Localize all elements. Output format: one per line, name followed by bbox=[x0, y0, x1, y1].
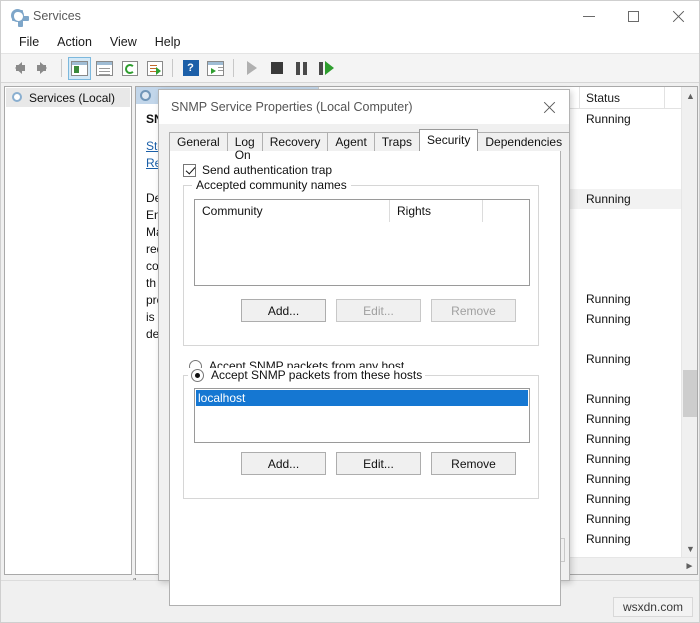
menubar: File Action View Help bbox=[1, 31, 699, 54]
host-add-button[interactable]: Add... bbox=[241, 452, 326, 475]
chevron-up-icon[interactable]: ▲ bbox=[682, 87, 697, 104]
toolbar-separator-2 bbox=[172, 59, 173, 77]
tab-agent[interactable]: Agent bbox=[327, 132, 375, 151]
tab-recovery[interactable]: Recovery bbox=[261, 132, 329, 151]
security-tab-panel: Send authentication trap Accepted commun… bbox=[169, 150, 561, 606]
refresh-icon[interactable] bbox=[118, 57, 141, 80]
send-authentication-trap-checkbox[interactable] bbox=[183, 163, 196, 177]
column-header-rights[interactable]: Rights bbox=[390, 200, 483, 222]
toolbar-separator-1 bbox=[61, 59, 62, 77]
send-authentication-trap-label: Send authentication trap bbox=[202, 163, 333, 177]
cell-status: Running bbox=[586, 112, 631, 126]
console-tree-pane: Services (Local) bbox=[4, 86, 132, 575]
services-gear-icon bbox=[10, 8, 29, 27]
community-edit-button: Edit... bbox=[336, 299, 421, 322]
cell-status: Running bbox=[586, 412, 631, 426]
stop-service-icon[interactable] bbox=[265, 57, 288, 80]
properties-icon[interactable] bbox=[93, 57, 116, 80]
hosts-list[interactable]: localhost bbox=[194, 388, 530, 443]
watermark: wsxdn.com bbox=[612, 597, 693, 617]
cell-status: Running bbox=[586, 392, 631, 406]
vertical-scrollbar[interactable]: ▲ ▼ bbox=[681, 87, 697, 557]
tab-security[interactable]: Security bbox=[419, 129, 479, 151]
chevron-right-icon[interactable]: ► bbox=[681, 558, 697, 574]
window-title: Services bbox=[33, 8, 81, 23]
export-list-icon[interactable] bbox=[143, 57, 166, 80]
show-hide-console-tree-icon[interactable] bbox=[68, 56, 91, 80]
restart-service-icon[interactable] bbox=[315, 57, 338, 80]
sidebar-item-services-local[interactable]: Services (Local) bbox=[6, 88, 130, 107]
services-gear-icon bbox=[140, 90, 151, 101]
window-controls bbox=[566, 1, 699, 31]
tab-log-on[interactable]: Log On bbox=[226, 132, 263, 162]
accept-these-hosts-radio[interactable] bbox=[191, 368, 204, 382]
menu-help[interactable]: Help bbox=[146, 33, 190, 51]
host-edit-button[interactable]: Edit... bbox=[336, 452, 421, 475]
forward-arrow-icon[interactable] bbox=[32, 57, 55, 80]
community-list-header: Community Rights bbox=[195, 200, 529, 222]
column-header-community[interactable]: Community bbox=[195, 200, 390, 222]
cell-status: Running bbox=[586, 292, 631, 306]
cell-status: Running bbox=[586, 312, 631, 326]
column-header-status[interactable]: Status bbox=[580, 87, 665, 109]
accepted-community-names-group: Accepted community names Community Right… bbox=[183, 178, 539, 346]
back-arrow-icon[interactable] bbox=[7, 57, 30, 80]
send-authentication-trap-row[interactable]: Send authentication trap bbox=[183, 163, 332, 177]
tab-traps[interactable]: Traps bbox=[373, 132, 421, 151]
cell-status: Running bbox=[586, 192, 631, 206]
host-remove-button[interactable]: Remove bbox=[431, 452, 516, 475]
maximize-icon[interactable] bbox=[611, 1, 656, 31]
menu-view[interactable]: View bbox=[101, 33, 146, 51]
dialog-tabs: General Log On Recovery Agent Traps Secu… bbox=[169, 129, 571, 162]
cell-status: Running bbox=[586, 452, 631, 466]
toolbar: ? bbox=[1, 54, 699, 83]
community-names-list[interactable]: Community Rights bbox=[194, 199, 530, 286]
menu-file[interactable]: File bbox=[10, 33, 48, 51]
cell-status: Running bbox=[586, 352, 631, 366]
list-item[interactable]: localhost bbox=[196, 390, 528, 406]
window-titlebar: Services bbox=[1, 1, 699, 31]
start-service-icon[interactable] bbox=[240, 57, 263, 80]
show-action-pane-icon[interactable] bbox=[204, 57, 227, 80]
accepted-community-names-legend: Accepted community names bbox=[192, 178, 351, 192]
accept-these-hosts-group: Accept SNMP packets from these hosts loc… bbox=[183, 368, 539, 499]
accept-these-hosts-row[interactable]: Accept SNMP packets from these hosts bbox=[188, 368, 426, 382]
sidebar-item-label: Services (Local) bbox=[29, 90, 116, 105]
scrollbar-thumb[interactable] bbox=[683, 370, 697, 417]
cell-status: Running bbox=[586, 512, 631, 526]
tab-dependencies[interactable]: Dependencies bbox=[477, 132, 571, 151]
column-header-community-extra[interactable] bbox=[483, 200, 529, 222]
tab-general[interactable]: General bbox=[169, 132, 228, 151]
dialog-title: SNMP Service Properties (Local Computer) bbox=[171, 100, 413, 114]
accept-these-hosts-label: Accept SNMP packets from these hosts bbox=[211, 368, 423, 382]
cell-status: Running bbox=[586, 472, 631, 486]
chevron-down-icon[interactable]: ▼ bbox=[682, 540, 697, 557]
help-icon[interactable]: ? bbox=[179, 57, 202, 80]
services-gear-icon bbox=[11, 91, 24, 104]
services-mmc-window: Services File Action View Help ? Service… bbox=[0, 0, 700, 623]
cell-status: Running bbox=[586, 532, 631, 546]
pause-service-icon[interactable] bbox=[290, 57, 313, 80]
minimize-icon[interactable] bbox=[566, 1, 611, 31]
menu-action[interactable]: Action bbox=[48, 33, 101, 51]
dialog-titlebar: SNMP Service Properties (Local Computer) bbox=[159, 90, 569, 124]
snmp-service-properties-dialog: SNMP Service Properties (Local Computer)… bbox=[158, 89, 571, 606]
community-remove-button: Remove bbox=[431, 299, 516, 322]
community-add-button[interactable]: Add... bbox=[241, 299, 326, 322]
cell-status: Running bbox=[586, 492, 631, 506]
cell-status: Running bbox=[586, 432, 631, 446]
toolbar-separator-3 bbox=[233, 59, 234, 77]
close-icon[interactable] bbox=[529, 90, 569, 124]
close-icon[interactable] bbox=[656, 1, 699, 31]
